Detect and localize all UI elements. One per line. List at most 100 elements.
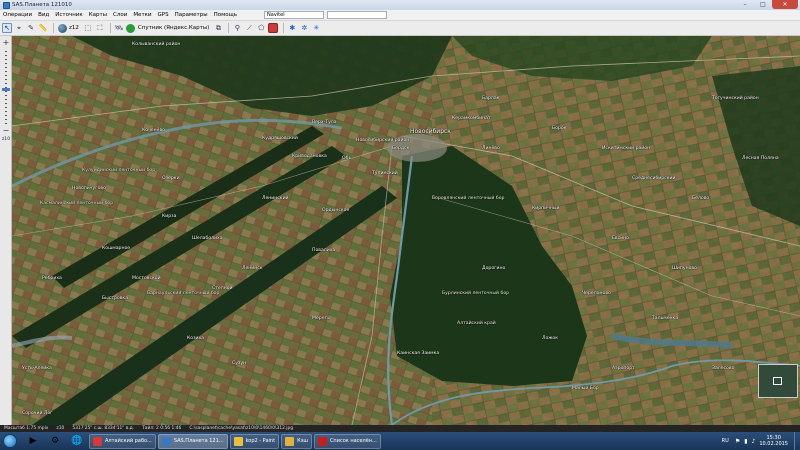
map-label: Ребриха — [42, 276, 62, 281]
title-bar: SAS.Планета 121010 – □ ✕ — [0, 0, 800, 10]
nav-source-select[interactable]: Navitel — [264, 11, 325, 19]
zoom-value: z12 — [69, 25, 79, 31]
map-label: Малый Бор — [572, 386, 599, 391]
menu-marks[interactable]: Метки — [130, 12, 154, 18]
menu-view[interactable]: Вид — [35, 12, 52, 18]
task-pdf[interactable]: Список населён... — [313, 433, 381, 449]
map-label: Озерки — [162, 176, 180, 181]
map-label: Коченёво — [142, 128, 165, 133]
globe-icon[interactable] — [57, 23, 67, 33]
placemark-icon[interactable]: ⚲ — [232, 23, 242, 33]
map-label: Бердск — [392, 146, 410, 151]
map-label: Боровлянский ленточный бор — [432, 196, 505, 201]
pdf-icon — [317, 436, 327, 446]
map-source-icon[interactable] — [126, 23, 136, 33]
pinned-app-icon[interactable]: ⚙ — [45, 434, 65, 448]
ruler-icon[interactable]: 📏 — [38, 23, 48, 33]
toolbar-separator — [283, 23, 285, 33]
status-scale: Масштаб 1:75 mpix — [4, 426, 49, 431]
select-area-icon[interactable]: ⬚ — [83, 23, 93, 33]
toolbar-separator — [53, 23, 54, 33]
zoom-in-button[interactable]: + — [2, 39, 10, 47]
task-opera[interactable]: Алтайский рабо... — [89, 433, 156, 449]
map-label: Верх-Тула — [312, 120, 337, 125]
minimize-button[interactable]: – — [736, 0, 754, 9]
move-tool-icon[interactable]: ↖ — [2, 23, 12, 33]
zoom-out-button[interactable]: − — [2, 127, 10, 135]
menu-gps[interactable]: GPS — [155, 12, 172, 18]
task-sasplanet[interactable]: SAS.Планета 121... — [157, 433, 228, 449]
map-label: Аэропорт — [612, 366, 635, 371]
record-track-icon[interactable] — [268, 23, 279, 33]
map-label: Кирпичный — [532, 206, 560, 211]
zoom-slider-handle[interactable] — [2, 88, 10, 91]
start-button[interactable] — [3, 434, 17, 448]
status-zoom: z10 — [56, 426, 65, 431]
map-label: Усть-Алейка — [22, 366, 52, 371]
map-tools-icon[interactable]: ⌖ — [14, 23, 24, 33]
pinned-media-icon[interactable]: ▶ — [23, 434, 43, 448]
opera-icon — [93, 436, 102, 446]
map-label: Ложок — [542, 336, 558, 341]
path-icon[interactable]: ⟋ — [244, 23, 254, 33]
map-source-select[interactable]: Спутник (Яндекс.Карты) — [138, 25, 209, 31]
status-tile: Тайл: 2 0:56 1:46 — [142, 426, 182, 431]
map-label: Бурлинский ленточный бор — [442, 291, 510, 296]
show-desktop-button[interactable] — [794, 432, 800, 450]
map-label: Касмалинский ленточный бор — [40, 201, 114, 206]
map-label: Мостовской — [132, 276, 161, 281]
pencil-icon[interactable]: ✎ — [26, 23, 36, 33]
flag-icon[interactable]: ⚑ — [735, 438, 740, 445]
map-view[interactable]: Новосибирск Новосибирский район Бердск И… — [12, 36, 800, 425]
menu-bar: Операции Вид Источник Карты Слои Метки G… — [0, 10, 800, 21]
map-label: Лесная Поляна — [742, 156, 779, 161]
menu-source[interactable]: Источник — [52, 12, 85, 18]
map-label: Борок — [552, 126, 567, 131]
minimap[interactable] — [758, 364, 798, 398]
map-label: Ордынское — [322, 208, 350, 213]
menu-help[interactable]: Помощь — [211, 12, 240, 18]
language-indicator[interactable]: RU — [722, 438, 729, 444]
map-label: Кирза — [162, 214, 177, 219]
map-label: Тогучинский район — [712, 96, 759, 101]
menu-operations[interactable]: Операции — [0, 12, 35, 18]
status-coords: 5317'25" с.ш. 8334'11" в.д. — [72, 426, 135, 431]
zoom-level-label: z10 — [1, 137, 11, 142]
gps-center-icon[interactable]: ✲ — [299, 23, 309, 33]
fullscreen-icon[interactable]: ⛶ — [95, 23, 105, 33]
volume-icon[interactable]: ♪ — [752, 438, 756, 445]
menu-layers[interactable]: Слои — [110, 12, 130, 18]
task-paint[interactable]: kop2 - Paint — [229, 433, 280, 449]
satellite-imagery — [12, 36, 800, 425]
map-label: Среднесибирский — [632, 176, 676, 181]
map-label: Дорогино — [482, 266, 506, 271]
search-input[interactable] — [327, 11, 388, 19]
maximize-button[interactable]: □ — [754, 0, 772, 9]
map-label: Новосибирск — [410, 128, 451, 135]
clock[interactable]: 15:30 10.02.2015 — [759, 435, 788, 447]
map-label: Ленинский — [262, 196, 289, 201]
network-icon[interactable]: ▮ — [744, 438, 747, 445]
menu-maps[interactable]: Карты — [86, 12, 110, 18]
map-label: Криводановка — [292, 154, 327, 159]
map-label: Сорочий Лог — [22, 411, 53, 416]
map-label: Шелаболиха — [192, 236, 223, 241]
window-controls: – □ ✕ — [736, 0, 798, 10]
close-button[interactable]: ✕ — [772, 0, 798, 9]
gps-icon[interactable]: ✱ — [287, 23, 297, 33]
folder-icon — [285, 436, 295, 446]
layers-icon[interactable]: ⧉ — [213, 23, 223, 33]
map-label: Каинская Заимка — [397, 351, 440, 356]
gps-settings-icon[interactable]: ✳ — [311, 23, 321, 33]
map-label: Повалиха — [312, 248, 336, 253]
minimap-viewport[interactable] — [773, 377, 782, 385]
pinned-browser-icon[interactable]: 🌐 — [67, 434, 87, 448]
task-explorer[interactable]: Кэш — [281, 433, 312, 449]
window-title: SAS.Планета 121010 — [12, 2, 72, 8]
system-tray: RU ⚑ ▮ ♪ 15:30 10.02.2015 — [722, 432, 800, 450]
satellite-icon[interactable]: 🛰 — [114, 23, 124, 33]
menu-settings[interactable]: Параметры — [172, 12, 211, 18]
map-label: Искитимский район — [602, 146, 651, 151]
map-label: Козиха — [187, 336, 205, 341]
polygon-icon[interactable]: ⬠ — [256, 23, 266, 33]
